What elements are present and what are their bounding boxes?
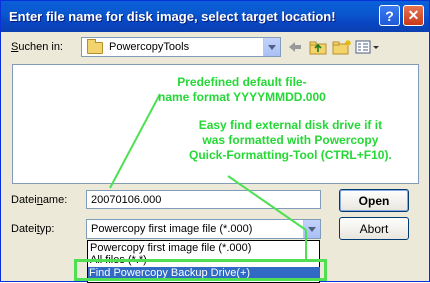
annotation-find-drive: Easy find external disk drive if it was … <box>189 118 392 162</box>
highlight-box <box>74 259 327 281</box>
annotation-arrow-filename <box>109 93 161 189</box>
annotation-default-format: Predefined default file- name format YYY… <box>158 75 326 104</box>
annotation-arrow-dropdown <box>227 175 307 231</box>
